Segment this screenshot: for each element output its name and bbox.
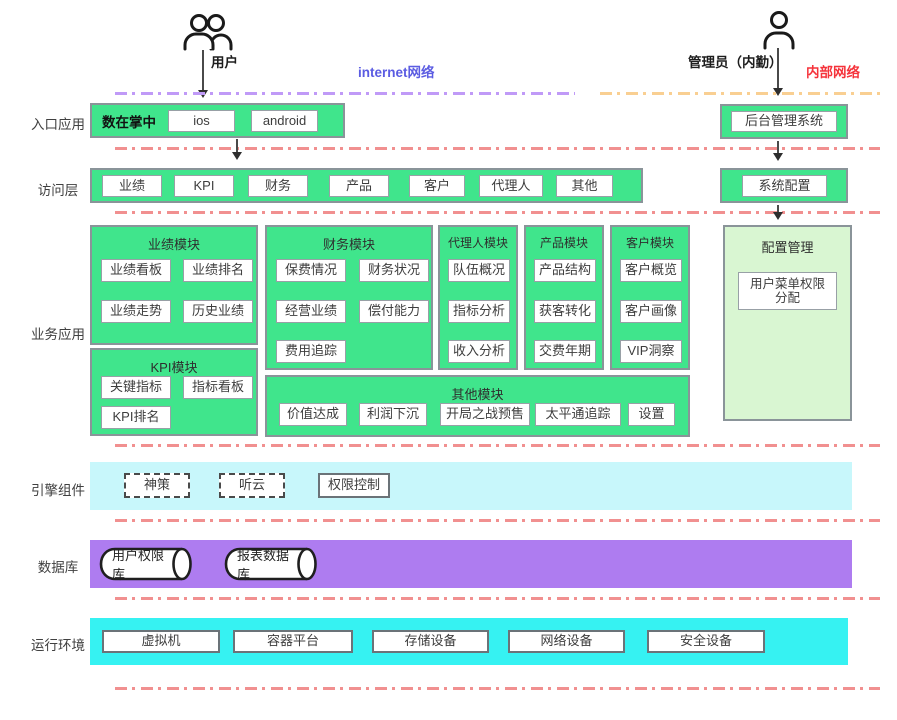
module-customer: 客户模块 客户概览 客户画像 VIP洞察: [610, 225, 690, 370]
sysconfig-label: 系统配置: [742, 175, 827, 197]
runtime-network: 网络设备: [508, 630, 625, 653]
access-layer-bar: 业绩 KPI 财务 产品 客户 代理人 其他: [90, 168, 643, 203]
access-tab-agent: 代理人: [479, 175, 543, 197]
module-performance-title: 业绩模块: [92, 234, 256, 253]
runtime-security: 安全设备: [647, 630, 765, 653]
divider-bottom: [115, 687, 880, 690]
access-tab-product: 产品: [329, 175, 389, 197]
item-fin-solvency: 偿付能力: [359, 300, 429, 323]
sysconfig-box: 系统配置: [720, 168, 848, 203]
item-kpi-board: 指标看板: [183, 376, 253, 399]
item-kpi-key: 关键指标: [101, 376, 171, 399]
item-prod-payment: 交费年期: [534, 340, 596, 363]
item-other-presale: 开局之战预售: [440, 403, 530, 426]
module-customer-title: 客户模块: [612, 234, 688, 251]
backend-system-box: 后台管理系统: [720, 104, 848, 139]
item-other-settings: 设置: [628, 403, 675, 426]
item-other-tracking: 太平通追踪: [535, 403, 621, 426]
divider-business-engine: [115, 444, 880, 447]
module-other-title: 其他模块: [267, 384, 688, 403]
item-agent-metrics: 指标分析: [448, 300, 510, 323]
module-finance-title: 财务模块: [267, 234, 431, 253]
access-tab-performance: 业绩: [102, 175, 162, 197]
divider-database-runtime: [115, 597, 880, 600]
item-perf-history: 历史业绩: [183, 300, 253, 323]
divider-internet: [115, 92, 575, 95]
layer-label-business: 业务应用: [15, 323, 101, 343]
layer-label-runtime: 运行环境: [15, 634, 101, 654]
database-layer-bar: 用户权限库 报表数据库: [90, 540, 852, 588]
internal-network-label: 内部网络: [806, 61, 860, 81]
item-fin-operating: 经营业绩: [276, 300, 346, 323]
entry-app-box: 数在掌中 ios android: [90, 103, 345, 138]
arrow-sysconfig-to-config: [777, 205, 779, 218]
access-tab-finance: 财务: [248, 175, 308, 197]
item-fin-expense: 费用追踪: [276, 340, 346, 363]
item-perf-board: 业绩看板: [101, 259, 171, 282]
backend-system-label: 后台管理系统: [731, 111, 837, 132]
module-performance: 业绩模块 业绩看板 业绩排名 业绩走势 历史业绩: [90, 225, 258, 345]
engine-shence: 神策: [124, 473, 190, 498]
item-fin-status: 财务状况: [359, 259, 429, 282]
users-icon: [182, 13, 234, 51]
item-cust-portrait: 客户画像: [620, 300, 682, 323]
item-other-profit: 利润下沉: [359, 403, 427, 426]
access-tab-other: 其他: [556, 175, 613, 197]
database-label-user-permission: 用户权限库: [112, 547, 174, 581]
module-product: 产品模块 产品结构 获客转化 交费年期: [524, 225, 604, 370]
layer-label-entry: 入口应用: [15, 113, 101, 133]
config-panel: 配置管理 用户菜单权限分配: [723, 225, 852, 421]
config-panel-title: 配置管理: [725, 237, 850, 256]
user-label: 用户: [211, 51, 238, 71]
runtime-layer-bar: 虚拟机 容器平台 存储设备 网络设备 安全设备: [90, 618, 848, 665]
item-prod-conversion: 获客转化: [534, 300, 596, 323]
internet-network-label: internet网络: [358, 61, 435, 81]
layer-label-database: 数据库: [15, 556, 101, 576]
item-perf-rank: 业绩排名: [183, 259, 253, 282]
access-tab-customer: 客户: [409, 175, 465, 197]
item-kpi-rank: KPI排名: [101, 406, 171, 429]
runtime-container: 容器平台: [233, 630, 353, 653]
item-other-value: 价值达成: [279, 403, 347, 426]
entry-app-title: 数在掌中: [102, 105, 156, 136]
divider-access-business: [115, 211, 880, 214]
item-cust-vip: VIP洞察: [620, 340, 682, 363]
database-label-report-data: 报表数据库: [237, 547, 299, 581]
module-kpi-title: KPI模块: [92, 357, 256, 376]
module-product-title: 产品模块: [526, 234, 602, 251]
engine-layer-bar: 神策 听云 权限控制: [90, 462, 852, 510]
item-config-user-menu-permission: 用户菜单权限分配: [738, 272, 837, 310]
module-agent: 代理人模块 队伍概况 指标分析 收入分析: [438, 225, 518, 370]
item-agent-team: 队伍概况: [448, 259, 510, 282]
platform-ios: ios: [168, 110, 235, 132]
module-kpi: KPI模块 关键指标 指标看板 KPI排名: [90, 348, 258, 436]
item-agent-income: 收入分析: [448, 340, 510, 363]
item-perf-trend: 业绩走势: [101, 300, 171, 323]
layer-label-access: 访问层: [15, 179, 101, 199]
divider-entry-access: [115, 147, 880, 150]
item-fin-premium: 保费情况: [276, 259, 346, 282]
runtime-storage: 存储设备: [372, 630, 489, 653]
module-agent-title: 代理人模块: [440, 234, 516, 251]
access-tab-kpi: KPI: [174, 175, 234, 197]
engine-permission-control: 权限控制: [318, 473, 390, 498]
arrow-entry-to-access: [236, 139, 238, 158]
item-prod-structure: 产品结构: [534, 259, 596, 282]
module-other: 其他模块 价值达成 利润下沉 开局之战预售 太平通追踪 设置: [265, 375, 690, 437]
arrow-backend-to-sysconfig: [777, 141, 779, 159]
divider-internal: [600, 92, 880, 95]
database-cylinder-user-permission: 用户权限库: [98, 547, 196, 581]
platform-android: android: [251, 110, 318, 132]
divider-engine-database: [115, 519, 880, 522]
item-cust-overview: 客户概览: [620, 259, 682, 282]
admin-label: 管理员（内勤）: [688, 51, 783, 71]
admin-icon: [761, 10, 797, 50]
arrow-user-to-entry: [202, 50, 204, 96]
module-finance: 财务模块 保费情况 财务状况 经营业绩 偿付能力 费用追踪: [265, 225, 433, 370]
database-cylinder-report-data: 报表数据库: [223, 547, 321, 581]
architecture-diagram: 用户 internet网络 管理员（内勤） 内部网络 入口应用 访问层 业务应用…: [0, 0, 897, 720]
engine-tingyun: 听云: [219, 473, 285, 498]
runtime-vm: 虚拟机: [102, 630, 220, 653]
layer-label-engine: 引擎组件: [15, 479, 101, 499]
